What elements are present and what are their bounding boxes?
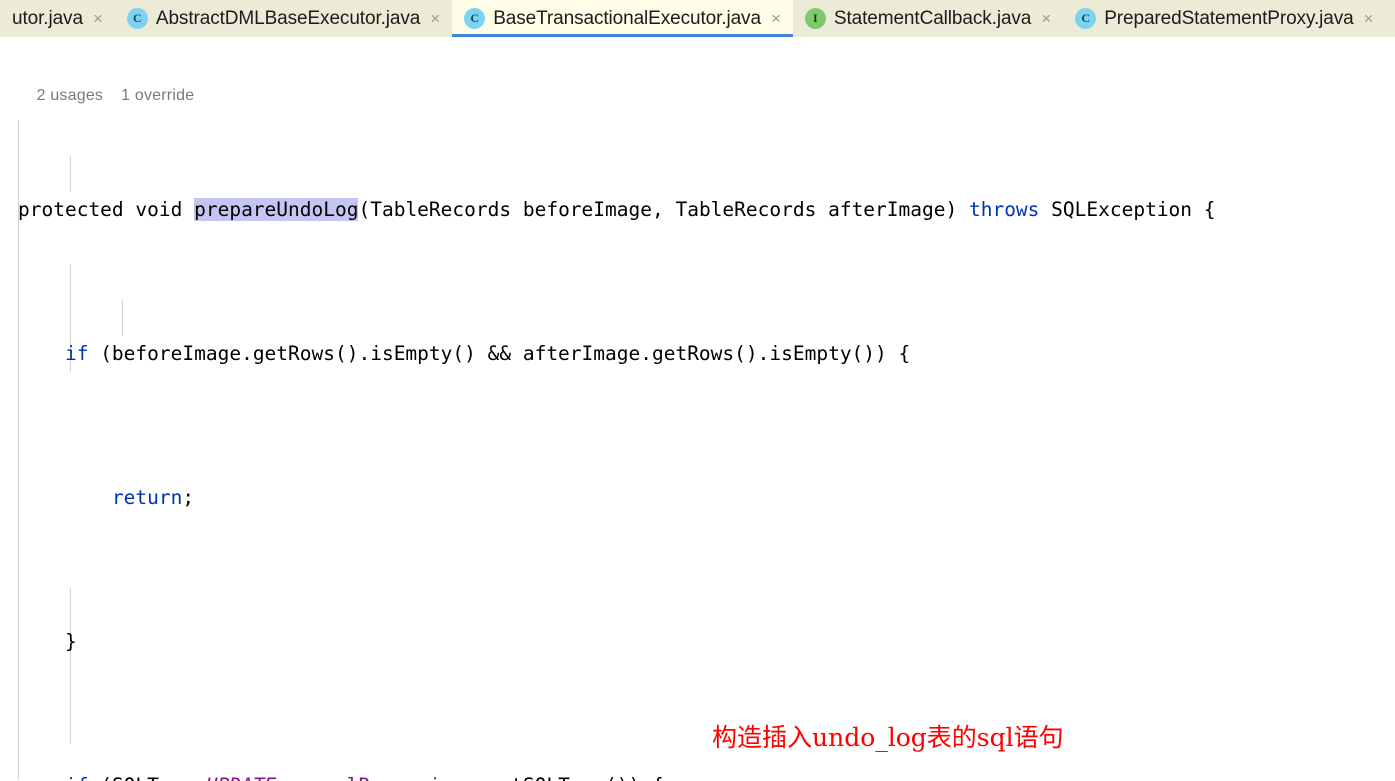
tab-basetransactionalexecutor-java[interactable]: C BaseTransactionalExecutor.java × — [452, 0, 793, 37]
code-span: (TableRecords beforeImage, TableRecords … — [358, 198, 969, 221]
code-content[interactable]: protected void prepareUndoLog(TableRecor… — [0, 84, 1395, 781]
java-class-icon: C — [126, 8, 148, 29]
code-line: if (SQLType.UPDATE == sqlRecognizer.getS… — [0, 768, 1395, 781]
tab-abstractdmlbaseexecutor-java[interactable]: C AbstractDMLBaseExecutor.java × — [115, 0, 452, 37]
field-sqlrecognizer: sqlRecognizer — [323, 774, 476, 781]
tab-utor-java[interactable]: utor.java × — [0, 0, 115, 37]
code-line: protected void prepareUndoLog(TableRecor… — [0, 192, 1395, 228]
method-name-highlight: prepareUndoLog — [194, 198, 359, 221]
close-icon[interactable]: × — [1039, 10, 1053, 27]
code-span: } — [64, 630, 77, 653]
close-icon[interactable]: × — [769, 10, 783, 27]
tab-label: PreparedStatementProxy.java — [1104, 7, 1354, 29]
close-icon[interactable]: × — [91, 10, 105, 27]
code-span: protected void — [18, 198, 195, 221]
java-class-icon: C — [1075, 8, 1097, 29]
java-class-icon: C — [464, 8, 486, 29]
tab-statementcallback-java[interactable]: I StatementCallback.java × — [793, 0, 1063, 37]
keyword-return: return — [111, 486, 183, 509]
tab-preparedstatementproxy-java[interactable]: C PreparedStatementProxy.java × — [1063, 0, 1385, 37]
code-line: if (beforeImage.getRows().isEmpty() && a… — [0, 336, 1395, 372]
editor-tab-bar: utor.java × C AbstractDMLBaseExecutor.ja… — [0, 0, 1395, 37]
tab-label: AbstractDMLBaseExecutor.java — [155, 7, 421, 29]
close-icon[interactable]: × — [1362, 10, 1376, 27]
code-span: .getSQLType()) { — [476, 774, 664, 781]
tab-label: BaseTransactionalExecutor.java — [493, 7, 761, 29]
code-line: return; — [0, 480, 1395, 516]
tab-label: StatementCallback.java — [833, 7, 1032, 29]
java-interface-icon: I — [804, 8, 826, 29]
constant-update: UPDATE — [206, 774, 276, 781]
code-span: ; — [182, 486, 195, 509]
code-line: } — [0, 624, 1395, 660]
keyword-if: if — [64, 342, 89, 365]
red-annotation-text: 构造插入undo_log表的sql语句 — [712, 723, 1064, 752]
code-span: == — [276, 774, 323, 781]
code-editor[interactable]: 2 usages 1 override protected void prepar… — [0, 37, 1395, 781]
code-span: (SQLType. — [88, 774, 206, 781]
code-span: (beforeImage.getRows().isEmpty() && afte… — [88, 342, 911, 365]
keyword-throws: throws — [968, 198, 1040, 221]
tab-label: utor.java — [12, 7, 83, 29]
close-icon[interactable]: × — [428, 10, 442, 27]
code-span: SQLException { — [1039, 198, 1216, 221]
keyword-if: if — [65, 774, 88, 781]
